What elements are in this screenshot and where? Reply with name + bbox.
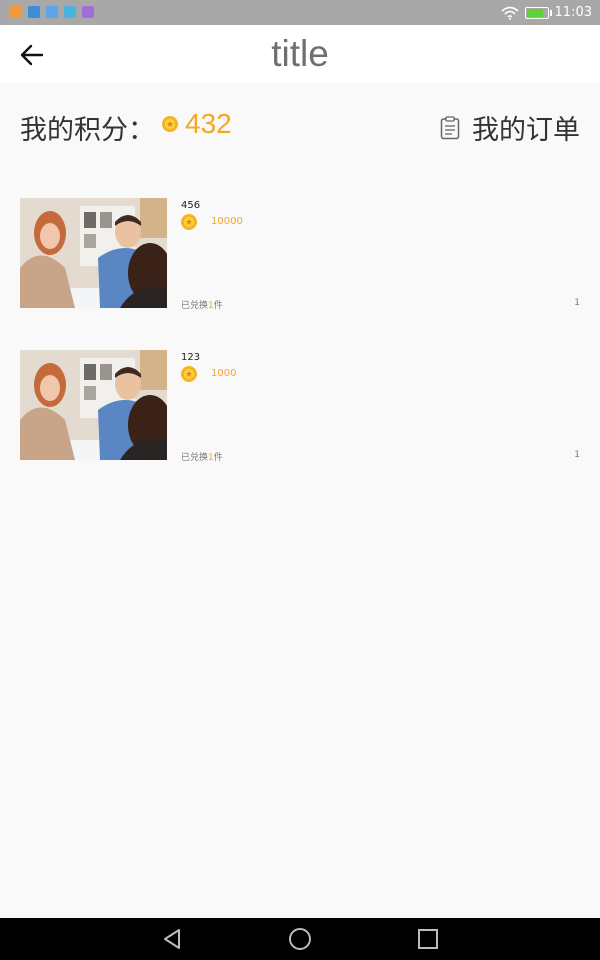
back-triangle-icon[interactable] <box>160 927 184 951</box>
coin-icon <box>181 366 197 382</box>
my-orders-label: 我的订单 <box>472 115 580 146</box>
system-nav-bar <box>0 918 600 960</box>
app-header: title <box>0 25 600 83</box>
points-value: 432 <box>185 108 232 139</box>
app-icon-4 <box>64 6 76 18</box>
exchanged-count: 已兑换1件 <box>181 453 223 463</box>
status-bar: 11:03 <box>0 0 600 25</box>
product-name: 456 <box>181 200 201 211</box>
product-image <box>20 198 167 308</box>
app-icon-2 <box>28 6 40 18</box>
page-title: title <box>271 33 329 74</box>
product-item[interactable]: 123 1000 已兑换1件 1 <box>20 350 580 463</box>
exchanged-count: 已兑换1件 <box>181 301 223 311</box>
battery-icon <box>524 6 552 19</box>
product-image <box>20 350 167 460</box>
product-price: 10000 <box>211 216 243 227</box>
product-info: 456 10000 已兑换1件 1 <box>181 198 580 311</box>
points-row: 我的积分： 432 我的订单 <box>20 104 580 148</box>
product-item[interactable]: 456 10000 已兑换1件 1 <box>20 198 580 311</box>
product-name: 123 <box>181 352 201 363</box>
coin-icon <box>162 116 178 132</box>
app-icon-1 <box>10 6 22 18</box>
notification-icons <box>10 6 94 18</box>
product-quantity: 1 <box>574 298 580 308</box>
clock: 11:03 <box>554 5 592 20</box>
home-circle-icon[interactable] <box>288 927 312 951</box>
points-label: 我的积分： <box>20 115 155 146</box>
clipboard-icon <box>440 115 460 139</box>
app-icon-3 <box>46 6 58 18</box>
my-orders-button[interactable]: 我的订单 <box>440 108 580 147</box>
coin-icon <box>181 214 197 230</box>
app-icon-5 <box>82 6 94 18</box>
product-info: 123 1000 已兑换1件 1 <box>181 350 580 463</box>
product-price: 1000 <box>211 368 237 379</box>
recents-square-icon[interactable] <box>416 927 440 951</box>
product-quantity: 1 <box>574 450 580 460</box>
wifi-icon <box>501 6 519 20</box>
